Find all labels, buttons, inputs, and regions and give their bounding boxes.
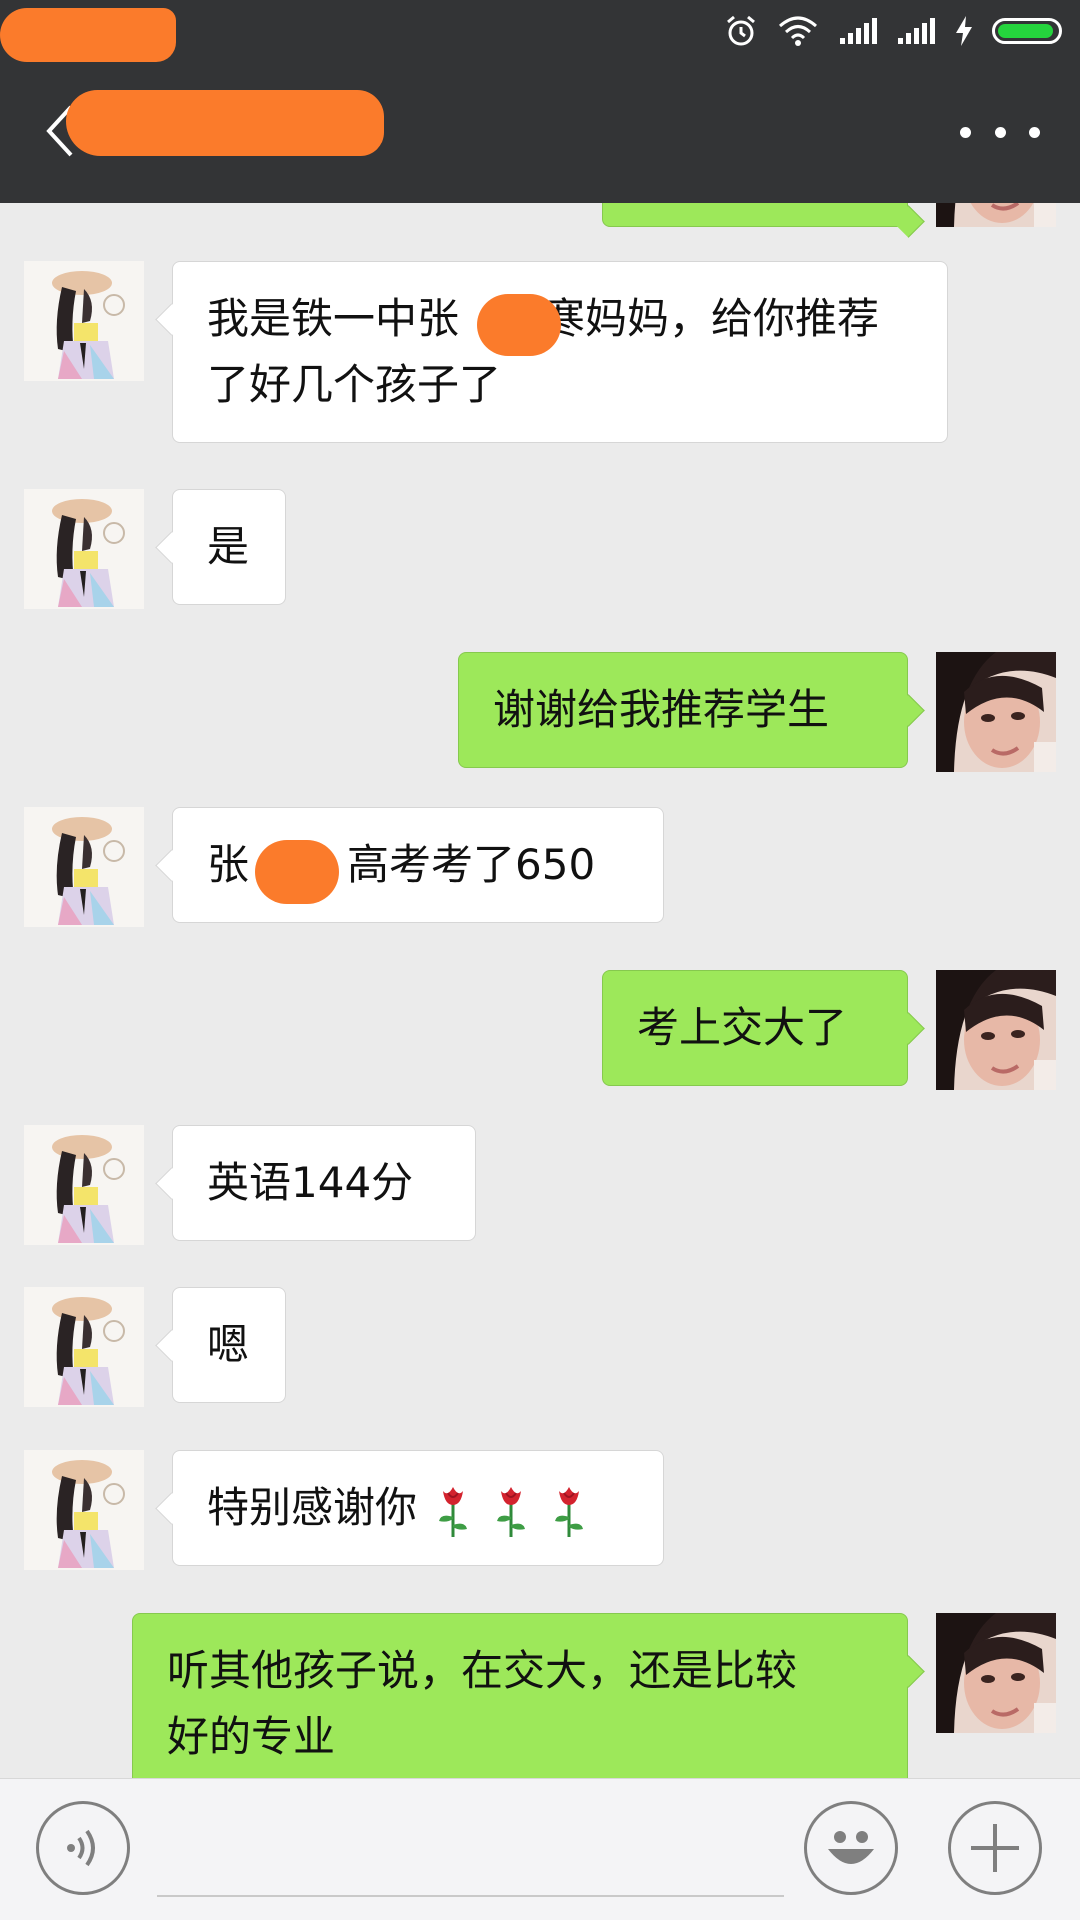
message-text: 嗯 <box>207 1320 250 1369</box>
avatar-contact[interactable] <box>24 489 144 609</box>
message-text: 特别感谢你 <box>207 1475 629 1541</box>
avatar-contact[interactable] <box>24 1450 144 1570</box>
rose-icon <box>547 1483 591 1539</box>
chat-area[interactable]: 我是铁一中张 寒妈妈，给你推荐 了好几个孩子了 是 谢谢给我推荐学生 张高考考了65… <box>0 203 1080 1778</box>
avatar-self[interactable] <box>936 1613 1056 1733</box>
avatar-contact[interactable] <box>24 1287 144 1407</box>
message-bubble-sent[interactable] <box>602 203 908 227</box>
rose-icon <box>489 1483 533 1539</box>
message-text: 听其他孩子说，在交大，还是比较 好的专业 <box>167 1646 798 1761</box>
message-text: 是 <box>207 522 250 571</box>
signal-icon <box>898 18 935 44</box>
avatar-contact[interactable] <box>24 1125 144 1245</box>
message-text: 谢谢给我推荐学生 <box>493 685 830 734</box>
message-bubble-sent[interactable]: 谢谢给我推荐学生 <box>458 652 908 768</box>
message-bubble-received[interactable]: 张高考考了650 <box>172 807 664 923</box>
input-bar <box>0 1778 1080 1920</box>
avatar-self[interactable] <box>936 970 1056 1090</box>
message-bubble-received[interactable]: 我是铁一中张 寒妈妈，给你推荐 了好几个孩子了 <box>172 261 948 443</box>
message-text: 英语144分 <box>207 1158 414 1207</box>
voice-icon <box>67 1829 95 1867</box>
message-input[interactable] <box>157 1807 784 1897</box>
message-text: 考上交大了 <box>637 1003 848 1052</box>
message-text: 我是铁一中张 寒妈妈，给你推荐 了好几个孩子了 <box>207 294 880 409</box>
redaction-mark <box>66 90 384 156</box>
top-bar <box>0 0 1080 203</box>
status-icons <box>724 10 1062 52</box>
emoji-icon <box>828 1831 874 1864</box>
message-bubble-received[interactable]: 特别感谢你 <box>172 1450 664 1566</box>
rose-icon <box>431 1483 475 1539</box>
emoji-button[interactable] <box>804 1801 898 1895</box>
more-dots-icon <box>960 126 971 138</box>
signal-icon <box>840 18 877 44</box>
avatar-self[interactable] <box>936 652 1056 772</box>
status-bar <box>0 0 1080 62</box>
alarm-icon <box>727 15 755 46</box>
message-bubble-received[interactable]: 英语144分 <box>172 1125 476 1241</box>
redaction-mark <box>0 8 176 62</box>
avatar-self[interactable] <box>936 203 1056 227</box>
battery-icon <box>992 18 1062 44</box>
message-bubble-received[interactable]: 是 <box>172 489 286 605</box>
message-bubble-sent[interactable]: 考上交大了 <box>602 970 908 1086</box>
wifi-icon <box>779 16 817 46</box>
voice-button[interactable] <box>36 1801 130 1895</box>
more-button[interactable] <box>960 110 1040 154</box>
avatar-contact[interactable] <box>24 261 144 381</box>
charging-icon <box>956 16 972 46</box>
avatar-contact[interactable] <box>24 807 144 927</box>
plus-icon <box>971 1824 1019 1872</box>
plus-button[interactable] <box>948 1801 1042 1895</box>
redaction-mark <box>477 294 561 356</box>
message-bubble-received[interactable]: 嗯 <box>172 1287 286 1403</box>
redaction-mark <box>255 840 339 904</box>
message-bubble-sent[interactable]: 听其他孩子说，在交大，还是比较 好的专业 <box>132 1613 908 1778</box>
